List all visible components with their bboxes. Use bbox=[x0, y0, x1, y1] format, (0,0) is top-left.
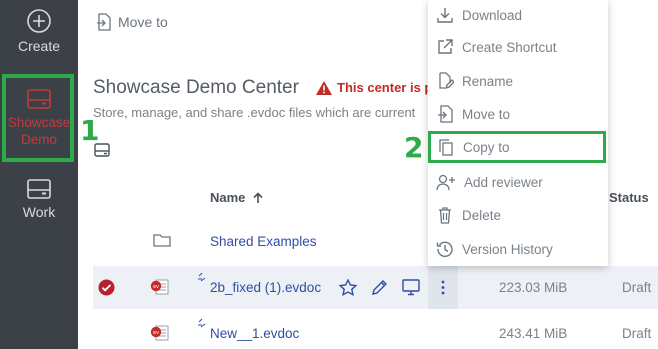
menu-item-create-shortcut[interactable]: Create Shortcut bbox=[428, 32, 608, 62]
sidebar-item-label: Create bbox=[17, 38, 61, 54]
status-text: Draft bbox=[622, 280, 652, 295]
move-file-icon bbox=[96, 13, 112, 31]
copy-icon bbox=[437, 138, 455, 156]
move-file-icon bbox=[436, 105, 454, 123]
new-spark-icon bbox=[197, 318, 207, 328]
move-to-label: Move to bbox=[118, 14, 168, 30]
column-header-status[interactable]: Status bbox=[609, 190, 649, 205]
sidebar-item-work[interactable]: Work bbox=[0, 178, 78, 234]
menu-item-delete[interactable]: Delete bbox=[428, 200, 608, 230]
context-menu: Download Create Shortcut Rename Move to … bbox=[428, 0, 608, 266]
page-subtitle: Store, manage, and share .evdoc files wh… bbox=[93, 105, 416, 120]
step-badge-2: 2 bbox=[404, 131, 424, 164]
menu-item-label: Rename bbox=[462, 73, 514, 89]
highlight-frame bbox=[2, 74, 74, 162]
menu-item-label: Delete bbox=[462, 207, 502, 223]
menu-item-rename[interactable]: Rename bbox=[428, 66, 608, 96]
menu-item-add-reviewer[interactable]: Add reviewer bbox=[428, 167, 608, 197]
menu-item-copy-to[interactable]: Copy to bbox=[428, 131, 606, 163]
trash-icon bbox=[436, 206, 454, 224]
rename-file-icon bbox=[436, 72, 454, 90]
menu-item-label: Version History bbox=[462, 241, 553, 257]
svg-text:ev: ev bbox=[153, 284, 159, 290]
column-header-name[interactable]: Name bbox=[210, 190, 263, 205]
folder-icon bbox=[153, 233, 171, 247]
sidebar-item-showcase-demo[interactable]: Showcase Demo bbox=[0, 74, 78, 162]
monitor-icon[interactable] bbox=[402, 279, 420, 296]
evdoc-file-icon: ev bbox=[150, 324, 170, 342]
status-text: Draft bbox=[622, 326, 652, 341]
menu-item-label: Add reviewer bbox=[464, 174, 543, 190]
file-name-link[interactable]: New__1.evdoc bbox=[210, 326, 299, 341]
download-icon bbox=[436, 6, 454, 24]
shortcut-icon bbox=[436, 38, 454, 56]
file-size: 223.03 MiB bbox=[499, 280, 568, 295]
svg-text:ev: ev bbox=[153, 330, 159, 336]
menu-item-move-to[interactable]: Move to bbox=[428, 99, 608, 129]
star-icon[interactable] bbox=[339, 279, 357, 296]
menu-item-label: Copy to bbox=[463, 139, 510, 155]
drive-icon bbox=[26, 178, 52, 200]
menu-item-label: Move to bbox=[462, 106, 511, 122]
evdoc-file-icon: ev bbox=[150, 278, 170, 296]
table-row[interactable]: ev New__1.evdoc 243.41 MiB Draft bbox=[93, 312, 658, 349]
file-size: 243.41 MiB bbox=[499, 326, 568, 341]
page-title: Showcase Demo Center bbox=[93, 77, 299, 98]
file-name-link[interactable]: Shared Examples bbox=[210, 234, 317, 249]
arrow-up-icon bbox=[253, 191, 263, 204]
menu-item-label: Create Shortcut bbox=[462, 39, 557, 55]
menu-item-version-history[interactable]: Version History bbox=[428, 234, 608, 264]
warning-banner: This center is p bbox=[316, 80, 432, 95]
card-view-icon[interactable] bbox=[94, 143, 110, 157]
check-circle-icon[interactable] bbox=[98, 279, 115, 296]
menu-item-download[interactable]: Download bbox=[428, 0, 608, 30]
column-header-label: Name bbox=[210, 190, 246, 205]
plus-circle-icon bbox=[26, 8, 52, 34]
pencil-icon[interactable] bbox=[371, 279, 388, 296]
move-to-button[interactable]: Move to bbox=[96, 13, 168, 31]
sidebar: Create Showcase Demo Work bbox=[0, 0, 78, 349]
table-row[interactable]: ev 2b_fixed (1).evdoc 223.03 MiB Draft bbox=[93, 266, 658, 309]
menu-item-label: Download bbox=[462, 7, 523, 23]
add-user-icon bbox=[436, 173, 456, 191]
file-name-link[interactable]: 2b_fixed (1).evdoc bbox=[210, 280, 321, 295]
kebab-menu-button[interactable] bbox=[428, 266, 458, 309]
sidebar-item-label: Work bbox=[22, 204, 56, 220]
new-spark-icon bbox=[197, 272, 207, 282]
kebab-icon bbox=[441, 280, 445, 295]
sidebar-item-create[interactable]: Create bbox=[0, 8, 78, 66]
warning-icon bbox=[316, 80, 332, 95]
history-icon bbox=[436, 240, 454, 258]
warning-text: This center is p bbox=[337, 80, 433, 95]
